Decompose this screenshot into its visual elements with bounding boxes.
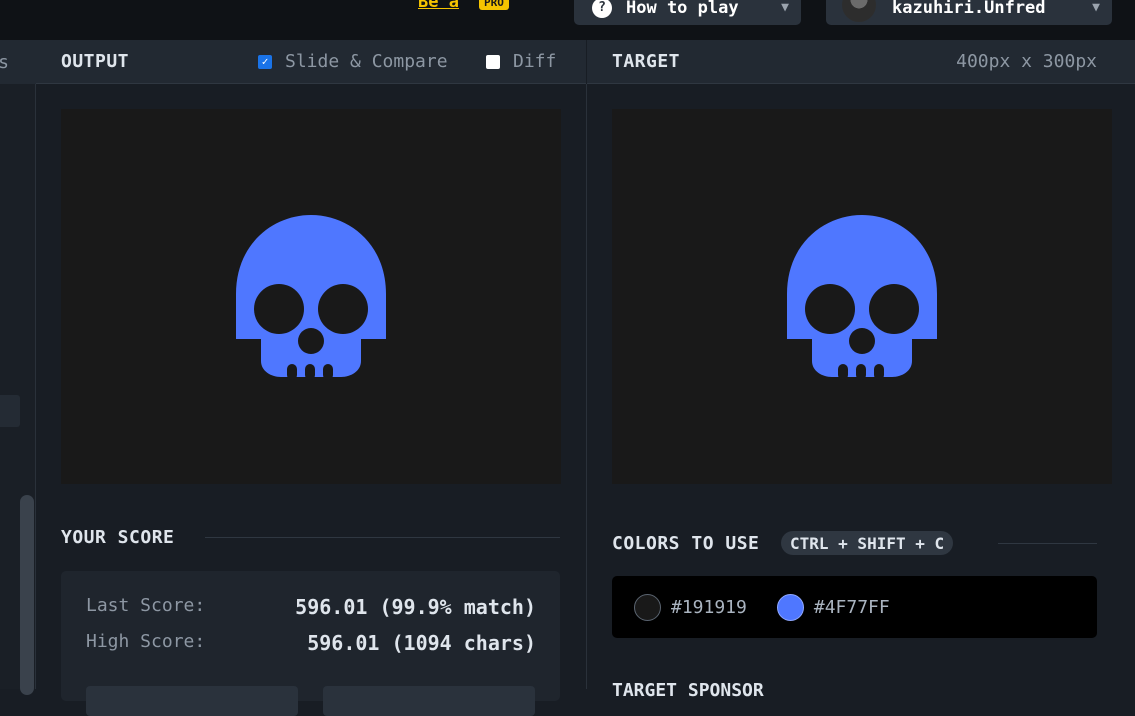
chevron-down-icon: ▼: [781, 0, 789, 15]
last-score-value: 596.01 (99.9% match): [295, 595, 536, 619]
color-swatch[interactable]: [776, 593, 804, 621]
panel-divider: [586, 84, 587, 689]
target-dimensions: 400px x 300px: [956, 51, 1097, 72]
slide-compare-checkbox[interactable]: ✓: [258, 54, 272, 69]
editor-tab[interactable]: s: [0, 40, 36, 84]
diff-checkbox[interactable]: [486, 54, 500, 69]
chevron-down-icon: ▼: [1092, 0, 1100, 15]
color-swatch-item[interactable]: #191919: [634, 593, 747, 621]
output-canvas[interactable]: [61, 109, 561, 484]
score-action-button[interactable]: [86, 686, 298, 716]
question-icon: ?: [592, 0, 612, 18]
color-swatch-item[interactable]: #4F77FF: [776, 593, 890, 621]
target-sponsor-title: TARGET SPONSOR: [612, 680, 764, 701]
colors-box: #191919 #4F77FF: [612, 576, 1097, 638]
avatar: [842, 0, 876, 22]
skull-target-image: [787, 215, 937, 380]
slide-compare-label: Slide & Compare: [285, 51, 448, 72]
pro-badge[interactable]: PRO: [479, 0, 509, 10]
be-pro-link[interactable]: Be a: [418, 0, 459, 12]
target-header: TARGET 400px x 300px: [587, 40, 1135, 84]
editor-tab-label: s: [0, 51, 9, 73]
diff-toggle[interactable]: Diff: [486, 51, 556, 72]
username: kazuhiri.Unfred: [892, 0, 1046, 18]
diff-label: Diff: [513, 51, 557, 72]
top-bar: Be a PRO ? How to play ▼ kazuhiri.Unfred…: [0, 0, 1135, 40]
color-swatch[interactable]: [634, 593, 661, 621]
how-to-play-button[interactable]: ? How to play ▼: [574, 0, 801, 25]
your-score-title: YOUR SCORE: [61, 527, 175, 548]
score-action-button[interactable]: [323, 686, 535, 716]
high-score-label: High Score:: [86, 631, 206, 652]
last-score-row: Last Score: 596.01 (99.9% match): [86, 595, 536, 619]
user-menu-button[interactable]: kazuhiri.Unfred ▼: [826, 0, 1112, 25]
slide-compare-toggle[interactable]: ✓ Slide & Compare: [258, 51, 448, 72]
copy-colors-shortcut: CTRL + SHIFT + C: [781, 531, 954, 555]
colors-title: COLORS TO USE: [612, 533, 760, 554]
high-score-row: High Score: 596.01 (1094 chars): [86, 631, 536, 655]
skull-image: [236, 215, 386, 380]
how-to-play-label: How to play: [626, 0, 739, 18]
score-rule: [205, 537, 560, 538]
editor-panel-edge: s: [0, 40, 36, 695]
target-title: TARGET: [612, 51, 681, 72]
color-hex[interactable]: #4F77FF: [814, 597, 890, 618]
last-score-label: Last Score:: [86, 595, 206, 616]
editor-scrollbar[interactable]: [20, 495, 34, 695]
score-box: Last Score: 596.01 (99.9% match) High Sc…: [61, 571, 560, 716]
output-header: OUTPUT ✓ Slide & Compare Diff: [36, 40, 586, 84]
color-hex[interactable]: #191919: [671, 597, 747, 618]
colors-rule: [998, 543, 1097, 544]
high-score-value: 596.01 (1094 chars): [307, 631, 536, 655]
editor-block: [0, 395, 20, 427]
target-canvas: [612, 109, 1112, 484]
output-title: OUTPUT: [61, 51, 130, 72]
